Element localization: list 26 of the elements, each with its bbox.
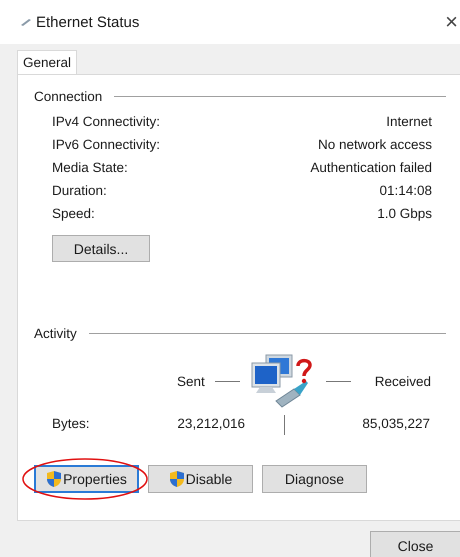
field-label: IPv4 Connectivity: [52,114,162,129]
details-button[interactable]: Details... [52,235,150,262]
action-button[interactable]: Disable [148,465,253,493]
received-label: Received [374,374,432,388]
bytes-sent-value: 23,212,016 [176,416,245,430]
group-heading: Activity [34,326,77,341]
bytes-received-value: 85,035,227 [361,416,430,430]
window-title: Ethernet Status [36,14,140,30]
field-value: Authentication failed [310,160,432,175]
close-icon[interactable]: × [445,9,458,35]
field-label: Duration: [52,183,108,198]
field-value: 1.0 Gbps [376,206,432,221]
action-button[interactable]: Diagnose [262,465,367,493]
bytes-label: Bytes: [52,416,91,430]
field-value: 01:14:08 [378,183,432,198]
group-heading: Connection [34,89,102,104]
close-button[interactable]: Close [370,531,460,557]
field-label: Media State: [52,160,129,175]
cable-icon [20,18,32,26]
action-button[interactable]: Properties [34,465,139,493]
field-value: Internet [385,114,432,129]
field-label: IPv6 Connectivity: [52,137,162,152]
tab[interactable]: General [17,50,78,74]
field-label: Speed: [52,206,96,221]
field-value: No network access [316,137,432,152]
sent-label: Sent [177,374,205,388]
